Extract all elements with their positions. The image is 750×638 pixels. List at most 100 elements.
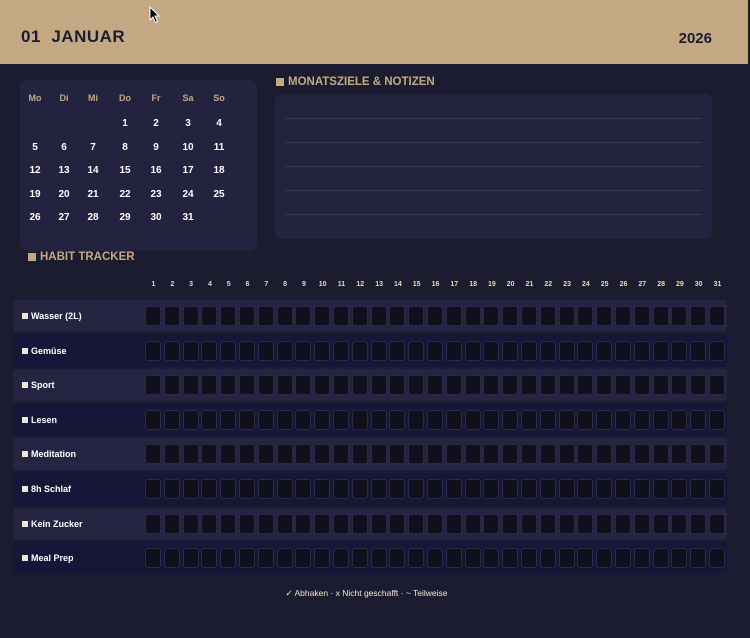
habit-checkbox[interactable] (596, 444, 613, 465)
habit-checkbox[interactable] (483, 444, 500, 465)
habit-checkbox[interactable] (201, 444, 218, 465)
habit-checkbox[interactable] (577, 479, 594, 499)
habit-checkbox[interactable] (615, 306, 631, 326)
habit-checkbox[interactable] (464, 375, 481, 396)
habit-checkbox[interactable] (408, 513, 425, 534)
habit-checkbox[interactable] (521, 548, 537, 569)
habit-checkbox[interactable] (220, 548, 237, 569)
habit-checkbox[interactable] (333, 548, 349, 569)
habit-checkbox[interactable] (445, 375, 462, 396)
habit-checkbox[interactable] (408, 306, 425, 326)
habit-checkbox[interactable] (145, 340, 161, 361)
habit-checkbox[interactable] (239, 409, 255, 430)
habit-checkbox[interactable] (163, 444, 180, 465)
calendar-day[interactable]: 20 (49, 189, 79, 200)
habit-checkbox[interactable] (483, 409, 500, 430)
habit-checkbox[interactable] (351, 306, 368, 326)
calendar-day[interactable]: 12 (20, 165, 50, 176)
habit-checkbox[interactable] (445, 444, 462, 465)
habit-checkbox[interactable] (577, 306, 594, 326)
habit-checkbox[interactable] (182, 409, 199, 430)
habit-checkbox[interactable] (652, 340, 669, 361)
habit-checkbox[interactable] (427, 479, 443, 499)
habit-checkbox[interactable] (577, 340, 594, 361)
habit-checkbox[interactable] (257, 479, 274, 499)
habit-checkbox[interactable] (558, 548, 575, 569)
habit-checkbox[interactable] (502, 340, 519, 361)
habit-checkbox[interactable] (709, 375, 725, 396)
habit-checkbox[interactable] (370, 375, 387, 396)
habit-checkbox[interactable] (239, 375, 255, 396)
habit-checkbox[interactable] (483, 479, 500, 499)
habit-checkbox[interactable] (577, 375, 594, 396)
habit-checkbox[interactable] (709, 479, 725, 499)
habit-checkbox[interactable] (464, 548, 481, 569)
habit-checkbox[interactable] (314, 409, 331, 430)
calendar-day[interactable]: 14 (78, 165, 108, 176)
habit-checkbox[interactable] (671, 306, 688, 326)
habit-checkbox[interactable] (257, 340, 274, 361)
habit-checkbox[interactable] (220, 444, 237, 465)
habit-checkbox[interactable] (464, 479, 481, 499)
habit-checkbox[interactable] (295, 548, 312, 569)
habit-checkbox[interactable] (521, 409, 537, 430)
habit-checkbox[interactable] (314, 340, 331, 361)
habit-checkbox[interactable] (690, 479, 707, 499)
habit-checkbox[interactable] (709, 306, 725, 326)
habit-checkbox[interactable] (333, 306, 349, 326)
habit-checkbox[interactable] (671, 479, 688, 499)
habit-checkbox[interactable] (351, 479, 368, 499)
habit-checkbox[interactable] (633, 479, 650, 499)
habit-checkbox[interactable] (502, 306, 519, 326)
habit-checkbox[interactable] (314, 513, 331, 534)
habit-checkbox[interactable] (220, 375, 237, 396)
calendar-day[interactable]: 2 (141, 118, 171, 129)
habit-checkbox[interactable] (257, 548, 274, 569)
habit-checkbox[interactable] (333, 375, 349, 396)
habit-checkbox[interactable] (182, 306, 199, 326)
habit-checkbox[interactable] (220, 340, 237, 361)
habit-checkbox[interactable] (427, 340, 443, 361)
habit-checkbox[interactable] (539, 340, 556, 361)
calendar-day[interactable]: 23 (141, 189, 171, 200)
habit-checkbox[interactable] (389, 375, 406, 396)
habit-checkbox[interactable] (333, 340, 349, 361)
habit-checkbox[interactable] (408, 479, 425, 499)
calendar-day[interactable]: 5 (20, 142, 50, 153)
habit-checkbox[interactable] (201, 306, 218, 326)
habit-checkbox[interactable] (539, 409, 556, 430)
notes-area[interactable] (275, 94, 712, 239)
habit-checkbox[interactable] (182, 548, 199, 569)
habit-checkbox[interactable] (671, 513, 688, 534)
habit-checkbox[interactable] (558, 409, 575, 430)
habit-checkbox[interactable] (182, 340, 199, 361)
habit-checkbox[interactable] (145, 548, 161, 569)
habit-checkbox[interactable] (295, 479, 312, 499)
habit-checkbox[interactable] (577, 444, 594, 465)
habit-checkbox[interactable] (709, 513, 725, 534)
habit-checkbox[interactable] (483, 340, 500, 361)
habit-checkbox[interactable] (239, 548, 255, 569)
habit-checkbox[interactable] (408, 340, 425, 361)
habit-checkbox[interactable] (201, 375, 218, 396)
habit-checkbox[interactable] (389, 340, 406, 361)
habit-checkbox[interactable] (295, 340, 312, 361)
habit-checkbox[interactable] (558, 306, 575, 326)
habit-checkbox[interactable] (239, 444, 255, 465)
habit-checkbox[interactable] (521, 513, 537, 534)
habit-checkbox[interactable] (596, 375, 613, 396)
habit-checkbox[interactable] (558, 479, 575, 499)
habit-checkbox[interactable] (502, 444, 519, 465)
calendar-day[interactable]: 21 (78, 189, 108, 200)
habit-checkbox[interactable] (445, 479, 462, 499)
habit-checkbox[interactable] (709, 548, 725, 569)
habit-checkbox[interactable] (615, 375, 631, 396)
habit-checkbox[interactable] (408, 409, 425, 430)
habit-checkbox[interactable] (257, 306, 274, 326)
habit-checkbox[interactable] (370, 409, 387, 430)
habit-checkbox[interactable] (145, 513, 161, 534)
habit-checkbox[interactable] (201, 513, 218, 534)
habit-checkbox[interactable] (389, 548, 406, 569)
habit-checkbox[interactable] (671, 548, 688, 569)
habit-checkbox[interactable] (295, 513, 312, 534)
